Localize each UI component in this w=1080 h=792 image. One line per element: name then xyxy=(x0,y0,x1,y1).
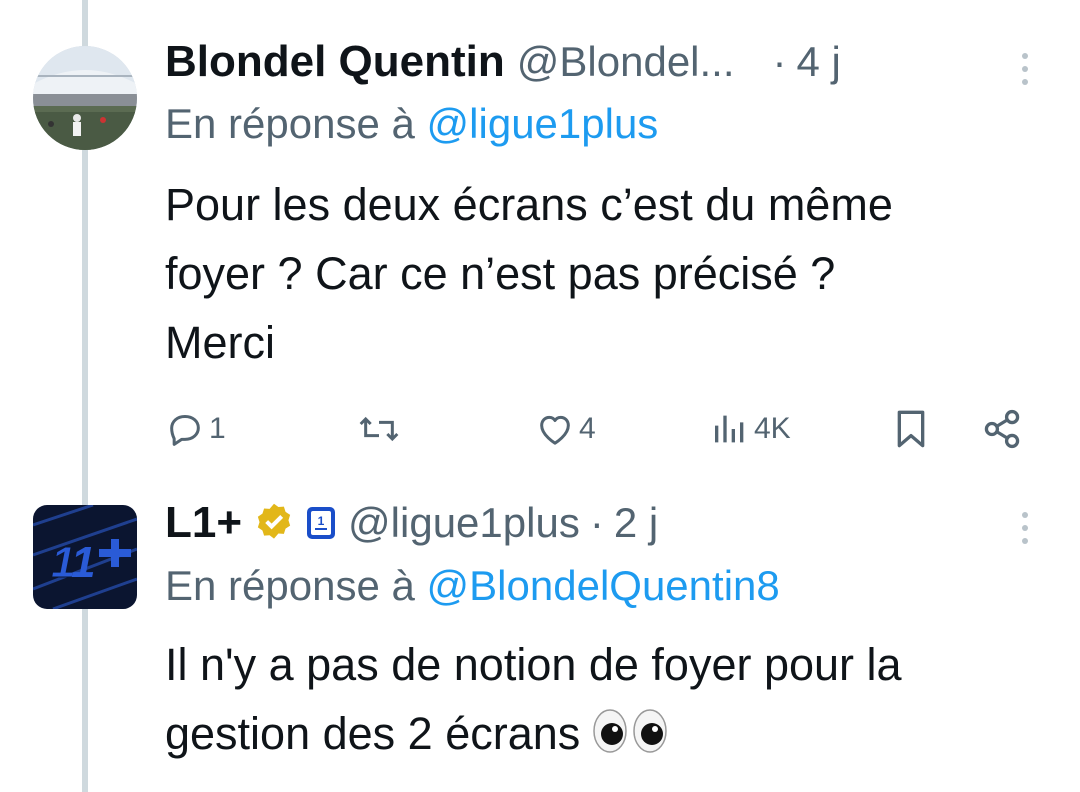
more-options-icon[interactable] xyxy=(1018,512,1032,544)
views-button[interactable]: 4K xyxy=(710,404,791,454)
display-name[interactable]: L1+ xyxy=(165,498,242,548)
tweet-text-line-content: gestion des 2 écrans xyxy=(165,708,581,759)
avatar[interactable]: 1 1 xyxy=(33,505,137,609)
ligue1-affiliate-badge-icon[interactable]: 1 xyxy=(306,506,336,540)
like-count: 4 xyxy=(579,412,596,445)
tweet-blondel[interactable]: Blondel Quentin @Blondel... · 4 j En rép… xyxy=(0,0,1080,470)
reply-count: 1 xyxy=(209,412,226,445)
share-button[interactable] xyxy=(980,404,1024,454)
tweet-text-line: foyer ? Car ce n’est pas précisé ? xyxy=(165,248,836,299)
display-name[interactable]: Blondel Quentin xyxy=(165,37,505,87)
svg-text:1: 1 xyxy=(318,514,325,528)
tweet-text-line: Merci xyxy=(165,317,275,368)
bookmark-icon xyxy=(897,410,925,448)
svg-text:1: 1 xyxy=(71,538,95,587)
user-handle[interactable]: @Blondel... xyxy=(517,38,735,86)
retweet-icon xyxy=(359,416,399,442)
action-bar: 1 4 4K xyxy=(165,404,1035,454)
share-icon xyxy=(984,409,1020,449)
reply-prefix: En réponse à xyxy=(165,562,415,609)
stadium-photo-icon xyxy=(33,46,137,150)
tweet-text: Il n'y a pas de notion de foyer pour la … xyxy=(165,630,1055,768)
reply-prefix: En réponse à xyxy=(165,100,415,147)
verified-badge-icon[interactable] xyxy=(252,501,296,545)
views-chart-icon xyxy=(715,415,744,443)
reply-context: En réponse à @ligue1plus xyxy=(165,100,658,148)
timestamp[interactable]: 4 j xyxy=(797,38,841,86)
heart-icon xyxy=(540,415,570,445)
tweet-text-line: Il n'y a pas de notion de foyer pour la xyxy=(165,639,902,690)
reply-context: En réponse à @BlondelQuentin8 xyxy=(165,562,780,610)
timestamp[interactable]: 2 j xyxy=(614,499,658,547)
view-count: 4K xyxy=(754,412,791,445)
tweet-text-line-2: gestion des 2 écrans xyxy=(165,699,1055,768)
reply-handle-link[interactable]: @BlondelQuentin8 xyxy=(427,562,780,609)
tweet-header: Blondel Quentin @Blondel... · 4 j xyxy=(165,34,841,90)
avatar[interactable] xyxy=(33,46,137,150)
retweet-button[interactable] xyxy=(357,404,405,454)
tweet-text-line: Pour les deux écrans c’est du même xyxy=(165,179,893,230)
reply-icon xyxy=(170,415,200,446)
l1-plus-logo-icon: 1 1 xyxy=(33,505,137,609)
tweet-text: Pour les deux écrans c’est du même foyer… xyxy=(165,170,1055,377)
bookmark-button[interactable] xyxy=(891,404,931,454)
separator-dot: · xyxy=(589,499,604,546)
reply-button[interactable]: 1 xyxy=(165,404,226,454)
reply-handle-link[interactable]: @ligue1plus xyxy=(427,100,659,147)
tweet-header: L1+ 1 @ligue1plus · 2 j xyxy=(165,495,658,551)
separator-dot: · xyxy=(772,38,787,85)
user-handle[interactable]: @ligue1plus xyxy=(348,499,580,547)
eyes-emoji-icon xyxy=(592,708,668,754)
like-button[interactable]: 4 xyxy=(535,404,596,454)
more-options-icon[interactable] xyxy=(1018,53,1032,85)
